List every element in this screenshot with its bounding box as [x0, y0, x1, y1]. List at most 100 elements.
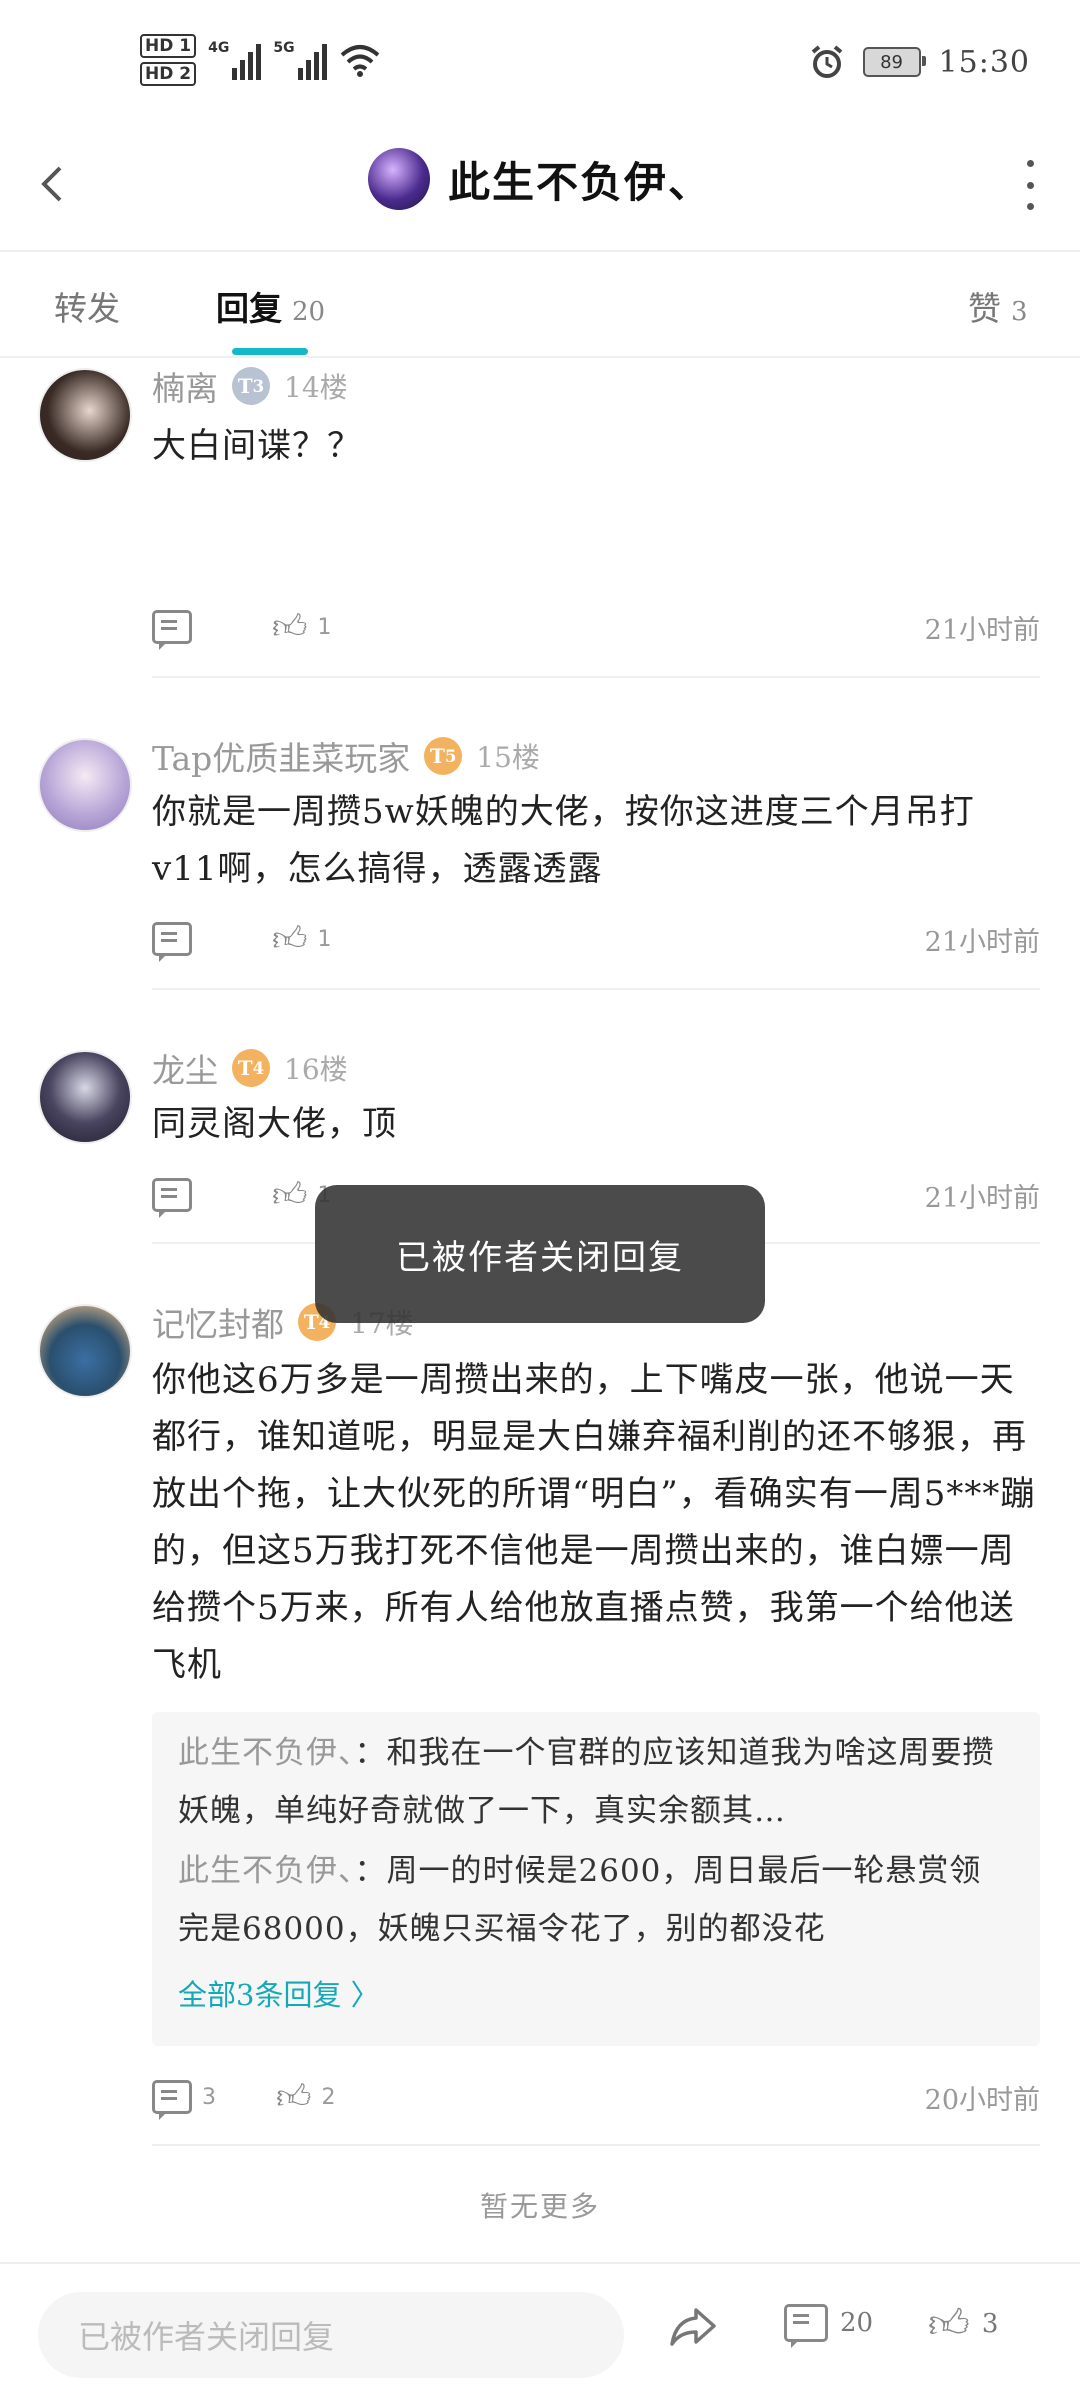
like-count: 2: [321, 2084, 336, 2110]
avatar[interactable]: [38, 1304, 132, 1398]
reply-button[interactable]: [152, 1178, 192, 1218]
author-avatar[interactable]: [367, 148, 430, 210]
reply-preview: 此生不负伊、：周一的时候是2600，周日最后一轮悬赏领完是68000，妖魄只买福…: [178, 1842, 998, 1958]
status-right: 89 15:30: [809, 44, 1030, 80]
comment-actions: 3 👍︎ 2 20小时前: [152, 2072, 1040, 2122]
no-more-text: 暂无更多: [479, 2190, 600, 2223]
floor-number: 15楼: [476, 741, 540, 774]
avatar[interactable]: [38, 368, 132, 462]
share-button[interactable]: [668, 2304, 718, 2348]
like-button[interactable]: 👍︎ 2: [276, 2080, 336, 2114]
floor-number: 14楼: [284, 371, 348, 404]
comment-header: 龙尘 T4 16楼: [152, 1044, 348, 1092]
page-title: 此生不负伊、: [447, 157, 712, 207]
level-number: 4: [252, 1058, 265, 1078]
comment-text: 你就是一周攒5w妖魄的大佬，按你这进度三个月吊打v11啊，怎么搞得，透露透露: [152, 792, 975, 889]
signal-4g-icon: 4G: [208, 40, 262, 80]
page-header: 此生不负伊、: [0, 120, 1080, 252]
like-count: 1: [317, 926, 332, 952]
active-tab-indicator: [232, 348, 308, 355]
avatar[interactable]: [38, 1050, 132, 1144]
comment-time: 21小时前: [924, 1182, 1040, 1214]
comment-author[interactable]: 记忆封都: [152, 1298, 284, 1346]
like-count: 1: [317, 614, 332, 640]
more-button[interactable]: [1020, 160, 1040, 210]
net2-label: 5G: [273, 40, 295, 56]
comment-header: 楠离 T3 14楼: [152, 362, 348, 410]
wifi-icon: [340, 45, 379, 77]
reply-input[interactable]: 已被作者关闭回复: [38, 2292, 624, 2378]
status-bar: HD 1 HD 2 4G 5G 89 15:30: [0, 0, 1080, 120]
comment-author[interactable]: Tap优质韭菜玩家: [152, 732, 410, 780]
comment-actions: 👍︎ 1 21小时前: [152, 602, 1040, 652]
alarm-icon: [811, 45, 842, 78]
comments-button[interactable]: 20: [784, 2304, 874, 2348]
like-post-button[interactable]: 👍︎ 3: [928, 2304, 998, 2344]
comment-text: 同灵阁大佬，顶: [152, 1104, 397, 1144]
divider: [152, 988, 1040, 990]
signal-bar: [248, 52, 254, 80]
level-number: 3: [252, 376, 265, 396]
tab-bar: 转发 回复 20 赞3: [0, 252, 1080, 358]
comment-text: 你他这6万多是一周攒出来的，上下嘴皮一张，他说一天都行，谁知道呢，明显是大白嫌弃…: [152, 1360, 1036, 1685]
comment-icon: [152, 1178, 192, 1218]
all-replies-link[interactable]: 全部3条回复 〉: [178, 1972, 380, 2014]
like-icon: 👍︎: [272, 1175, 308, 1215]
level-badge-icon: T5: [424, 737, 463, 775]
signal-bar: [305, 60, 311, 80]
divider: [152, 2144, 1040, 2146]
level-badge-icon: T3: [232, 367, 270, 405]
more-dot: [1026, 203, 1034, 210]
signal-bar: [256, 44, 262, 80]
battery-icon: 89: [862, 47, 926, 77]
comment-header: Tap优质韭菜玩家 T5 15楼: [152, 732, 540, 780]
tab-like-label: 赞: [968, 289, 1001, 328]
signal-bar: [297, 68, 303, 80]
like-count: 3: [981, 2309, 999, 2339]
network-indicators: HD 1 HD 2 4G 5G: [140, 34, 381, 86]
comment-icon: [152, 922, 192, 962]
toast-message: 已被作者关闭回复: [315, 1185, 765, 1323]
comment-text: 大白间谍？？: [152, 426, 362, 466]
like-button[interactable]: 👍︎ 1: [272, 922, 332, 956]
like-button[interactable]: 👍︎ 1: [272, 610, 332, 644]
comment-icon: [152, 2080, 192, 2120]
signal-5g-icon: 5G: [273, 40, 327, 80]
tab-reply[interactable]: 回复 20: [216, 282, 325, 330]
tab-like-count: 3: [1011, 297, 1028, 327]
comment-author[interactable]: 楠离: [152, 362, 218, 410]
signal-bar: [232, 68, 238, 80]
level-badge-icon: T4: [232, 1049, 270, 1087]
comment-time: 21小时前: [924, 614, 1040, 646]
reply-button[interactable]: [152, 610, 192, 650]
tab-forward[interactable]: 转发: [54, 282, 120, 330]
hd1-badge: HD 1: [140, 34, 197, 58]
hd2-badge: HD 2: [140, 62, 197, 86]
like-icon: 👍︎: [272, 919, 308, 959]
battery-level: 89: [880, 51, 903, 73]
net1-label: 4G: [208, 40, 230, 56]
bottom-bar: 已被作者关闭回复 20 👍︎ 3: [0, 2262, 1080, 2402]
reply-preview-box[interactable]: 此生不负伊、：和我在一个官群的应该知道我为啥这周要攒妖魄，单纯好奇就做了一下，真…: [152, 1712, 1040, 2046]
more-icon: [1026, 160, 1034, 167]
reply-author: 此生不负伊、: [178, 1853, 355, 1889]
tab-reply-label: 回复: [216, 289, 282, 328]
signal-bar: [240, 60, 246, 80]
like-icon: 👍︎: [276, 2077, 312, 2117]
tab-like[interactable]: 赞3: [968, 282, 1028, 330]
reply-author: 此生不负伊、: [178, 1735, 355, 1771]
reply-button[interactable]: 3: [152, 2080, 216, 2120]
like-icon: 👍︎: [928, 2301, 970, 2347]
reply-button[interactable]: [152, 922, 192, 962]
like-icon: 👍︎: [272, 607, 308, 647]
level-number: 5: [444, 746, 457, 766]
more-dot: [1026, 181, 1034, 189]
signal-bar: [313, 52, 319, 80]
tab-forward-label: 转发: [54, 289, 120, 328]
floor-number: 16楼: [284, 1053, 348, 1086]
avatar[interactable]: [38, 738, 132, 832]
comment-time: 21小时前: [924, 926, 1040, 958]
comment-icon: [784, 2304, 828, 2348]
comment-author[interactable]: 龙尘: [152, 1044, 218, 1092]
comment-count: 20: [840, 2308, 874, 2338]
